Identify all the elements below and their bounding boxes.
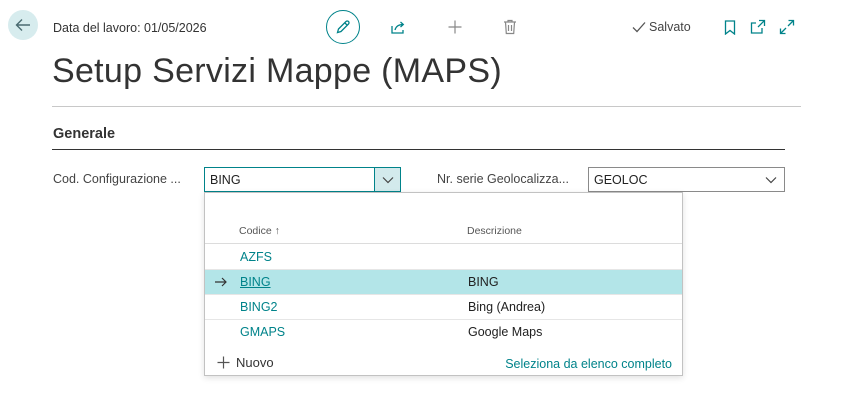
geo-series-dropdown-button[interactable] <box>758 168 784 191</box>
plus-icon <box>448 20 462 34</box>
open-new-window-button[interactable] <box>749 18 767 36</box>
geo-series-value: GEOLOC <box>594 172 648 187</box>
config-code-label: Cod. Configurazione ... <box>53 172 181 186</box>
geo-series-label: Nr. serie Geolocalizza... <box>437 172 569 186</box>
lookup-row-code[interactable]: BING <box>240 275 271 289</box>
lookup-row[interactable]: BING2 Bing (Andrea) <box>205 295 682 320</box>
work-date[interactable]: Data del lavoro: 01/05/2026 <box>53 21 207 35</box>
bookmark-button[interactable] <box>722 18 738 36</box>
lookup-row[interactable]: AZFS <box>205 245 682 270</box>
lookup-row-code[interactable]: AZFS <box>240 250 272 264</box>
delete-button[interactable] <box>501 18 519 36</box>
bookmark-icon <box>724 19 736 35</box>
chevron-down-icon <box>765 176 777 183</box>
config-code-combobox[interactable]: BING <box>204 167 401 192</box>
share-icon <box>391 21 405 34</box>
lookup-row-code[interactable]: GMAPS <box>240 325 285 339</box>
page-title: Setup Servizi Mappe (MAPS) <box>52 52 502 90</box>
lookup-header: Codice ↑ Descrizione <box>205 193 682 244</box>
lookup-row-selected[interactable]: BING BING <box>205 270 682 295</box>
share-button[interactable] <box>389 18 407 36</box>
lookup-row[interactable]: GMAPS Google Maps <box>205 320 682 345</box>
plus-icon <box>217 356 230 369</box>
pencil-icon <box>336 20 350 34</box>
edit-button[interactable] <box>326 10 360 44</box>
arrow-left-icon <box>15 19 30 31</box>
expand-icon <box>779 19 795 35</box>
expand-button[interactable] <box>778 18 796 36</box>
lookup-row-description: Bing (Andrea) <box>468 300 546 314</box>
new-record-button[interactable]: Nuovo <box>217 355 274 370</box>
new-button[interactable] <box>446 18 464 36</box>
saved-status: Salvato <box>632 20 691 34</box>
trash-icon <box>504 19 516 35</box>
back-button[interactable] <box>8 10 38 40</box>
sort-ascending-icon: ↑ <box>274 225 280 237</box>
section-title-general[interactable]: Generale <box>53 126 115 142</box>
column-header-code[interactable]: Codice ↑ <box>239 225 280 237</box>
open-in-new-window-icon <box>750 19 766 34</box>
chevron-down-icon <box>382 176 393 183</box>
geo-series-combobox[interactable]: GEOLOC <box>588 167 785 192</box>
lookup-row-description: BING <box>468 275 499 289</box>
section-divider <box>52 149 785 150</box>
config-code-dropdown-button[interactable] <box>374 168 400 191</box>
lookup-row-code[interactable]: BING2 <box>240 300 278 314</box>
select-from-full-list-link[interactable]: Seleziona da elenco completo <box>505 357 672 371</box>
new-record-label: Nuovo <box>236 355 274 370</box>
lookup-row-description: Google Maps <box>468 325 543 339</box>
saved-label: Salvato <box>649 20 691 34</box>
row-indicator-arrow-icon <box>214 274 230 290</box>
checkmark-icon <box>632 22 646 33</box>
column-header-code-label: Codice <box>239 225 272 237</box>
title-divider <box>52 106 801 107</box>
config-code-value: BING <box>210 172 241 187</box>
column-header-description[interactable]: Descrizione <box>467 225 522 237</box>
config-code-lookup: Codice ↑ Descrizione AZFS BING BING BING… <box>204 192 683 376</box>
